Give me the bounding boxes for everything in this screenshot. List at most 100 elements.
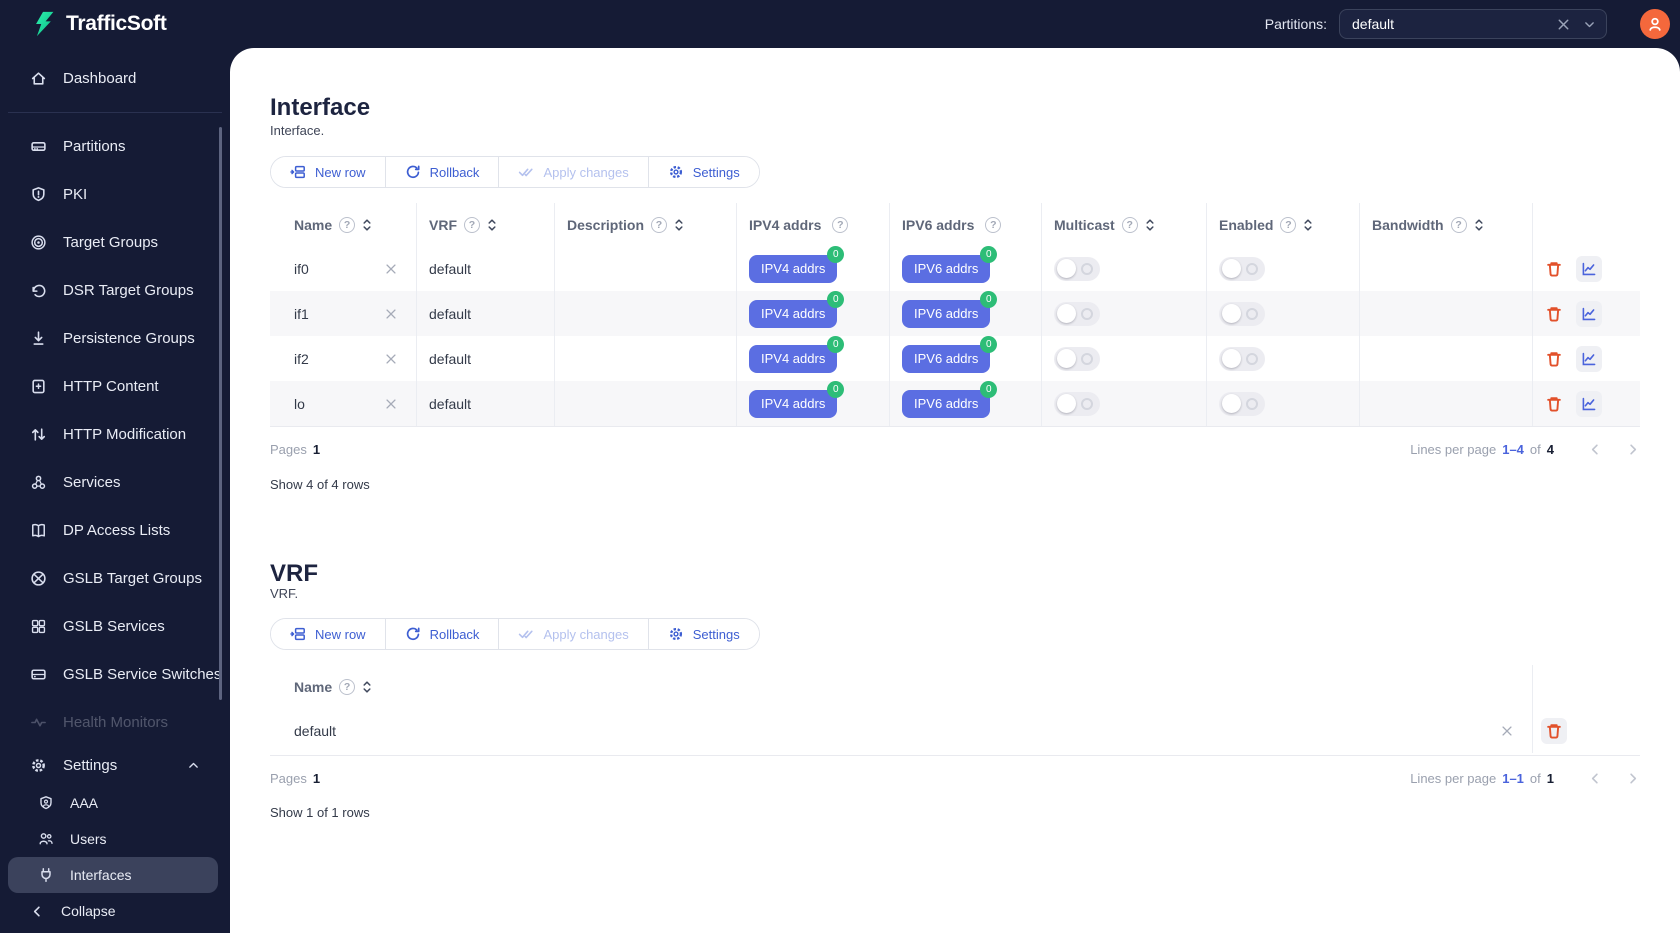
sidebar-scrollbar[interactable] [219,127,222,700]
name-cell[interactable]: lo [270,381,417,426]
help-icon[interactable]: ? [464,216,480,233]
delete-row-button[interactable] [1541,391,1567,417]
ipv6-addrs-button[interactable]: IPV6 addrs 0 [902,335,998,373]
sidebar-item-interfaces[interactable]: Interfaces [8,857,218,893]
help-icon[interactable]: ? [651,216,668,233]
vrf-cell[interactable]: default [417,246,555,291]
description-cell[interactable] [555,246,737,291]
help-icon[interactable]: ? [832,216,849,233]
ipv6-addrs-button[interactable]: IPV6 addrs 0 [902,245,998,283]
delete-row-button[interactable] [1541,301,1567,327]
help-icon[interactable]: ? [1121,216,1138,233]
clear-name-icon[interactable] [384,397,398,411]
sidebar-item-http-modification[interactable]: HTTP Modification [8,410,218,458]
chart-button[interactable] [1576,300,1602,327]
enabled-toggle[interactable] [1219,391,1265,416]
sidebar-item-gslb-target-groups[interactable]: GSLB Target Groups [8,554,218,602]
enabled-toggle[interactable] [1219,256,1265,281]
sidebar-item-pki[interactable]: PKI [8,170,218,218]
sort-icon[interactable] [1145,218,1155,232]
partition-select[interactable]: default [1339,9,1607,39]
sort-icon[interactable] [362,680,372,694]
name-cell[interactable]: default [270,708,1533,753]
help-icon[interactable]: ? [1280,216,1297,233]
sort-icon[interactable] [487,218,497,232]
sort-icon[interactable] [1303,218,1313,232]
settings-button[interactable]: Settings [648,157,759,187]
sidebar-item-services[interactable]: Services [8,458,218,506]
ipv4-addrs-button[interactable]: IPV4 addrs 0 [749,290,845,328]
clear-name-icon[interactable] [1500,724,1514,738]
sidebar-collapse-button[interactable]: Collapse [8,893,218,929]
ipv6-addrs-button[interactable]: IPV6 addrs 0 [902,380,998,418]
next-page-button[interactable] [1625,442,1640,457]
name-cell[interactable]: if0 [270,246,417,291]
chart-button[interactable] [1576,345,1602,372]
sort-icon[interactable] [1474,218,1484,232]
delete-row-button[interactable] [1541,717,1567,744]
name-cell[interactable]: if2 [270,336,417,381]
sidebar-item-persistence-groups[interactable]: Persistence Groups [8,314,218,362]
help-icon[interactable]: ? [985,216,1002,233]
sidebar-item-users[interactable]: Users [8,821,218,857]
multicast-toggle[interactable] [1054,346,1100,371]
sidebar-item-target-groups[interactable]: Target Groups [8,218,218,266]
next-page-button[interactable] [1625,771,1640,786]
column-header-name[interactable]: Name ? [270,203,417,246]
column-header-ipv4-addrs[interactable]: IPV4 addrs ? [737,203,890,246]
rollback-button[interactable]: Rollback [385,619,500,649]
sidebar-item-settings[interactable]: Settings [8,745,218,785]
description-cell[interactable] [555,381,737,426]
chart-button[interactable] [1576,255,1602,282]
description-cell[interactable] [555,336,737,381]
chevron-down-icon[interactable] [1583,18,1596,31]
new-row-button[interactable]: New row [271,619,386,649]
clear-name-icon[interactable] [384,352,398,366]
apply-changes-button[interactable]: Apply changes [499,157,649,187]
clear-partition-icon[interactable] [1556,17,1571,32]
bandwidth-cell[interactable] [1360,336,1533,381]
delete-row-button[interactable] [1541,256,1567,282]
help-icon[interactable]: ? [339,216,356,233]
prev-page-button[interactable] [1588,771,1603,786]
vrf-cell[interactable]: default [417,291,555,336]
column-header-description[interactable]: Description ? [555,203,737,246]
sidebar-item-partitions[interactable]: Partitions [8,122,218,170]
ipv4-addrs-button[interactable]: IPV4 addrs 0 [749,380,845,418]
prev-page-button[interactable] [1588,442,1603,457]
sort-icon[interactable] [362,218,372,232]
sidebar-item-aaa[interactable]: AAA [8,785,218,821]
ipv4-addrs-button[interactable]: IPV4 addrs 0 [749,335,845,373]
vrf-cell[interactable]: default [417,336,555,381]
apply-changes-button[interactable]: Apply changes [499,619,649,649]
bandwidth-cell[interactable] [1360,291,1533,336]
user-avatar[interactable] [1640,9,1670,39]
sidebar-item-http-content[interactable]: HTTP Content [8,362,218,410]
chevron-up-icon[interactable] [187,759,200,772]
ipv4-addrs-button[interactable]: IPV4 addrs 0 [749,245,845,283]
clear-name-icon[interactable] [384,262,398,276]
bandwidth-cell[interactable] [1360,381,1533,426]
description-cell[interactable] [555,291,737,336]
settings-button[interactable]: Settings [648,619,759,649]
sidebar-item-dp-access-lists[interactable]: DP Access Lists [8,506,218,554]
vrf-cell[interactable]: default [417,381,555,426]
sidebar-item-dsr-target-groups[interactable]: DSR Target Groups [8,266,218,314]
column-header-name[interactable]: Name ? [270,665,1533,708]
multicast-toggle[interactable] [1054,301,1100,326]
help-icon[interactable]: ? [339,678,356,695]
sidebar-item-gslb-service-switches[interactable]: GSLB Service Switches [8,650,221,698]
sidebar-item-gslb-services[interactable]: GSLB Services [8,602,218,650]
column-header-ipv6-addrs[interactable]: IPV6 addrs ? [890,203,1042,246]
enabled-toggle[interactable] [1219,346,1265,371]
rollback-button[interactable]: Rollback [385,157,500,187]
chart-button[interactable] [1576,390,1602,417]
delete-row-button[interactable] [1541,346,1567,372]
clear-name-icon[interactable] [384,307,398,321]
ipv6-addrs-button[interactable]: IPV6 addrs 0 [902,290,998,328]
multicast-toggle[interactable] [1054,256,1100,281]
column-header-multicast[interactable]: Multicast ? [1042,203,1207,246]
new-row-button[interactable]: New row [271,157,386,187]
column-header-vrf[interactable]: VRF ? [417,203,555,246]
name-cell[interactable]: if1 [270,291,417,336]
